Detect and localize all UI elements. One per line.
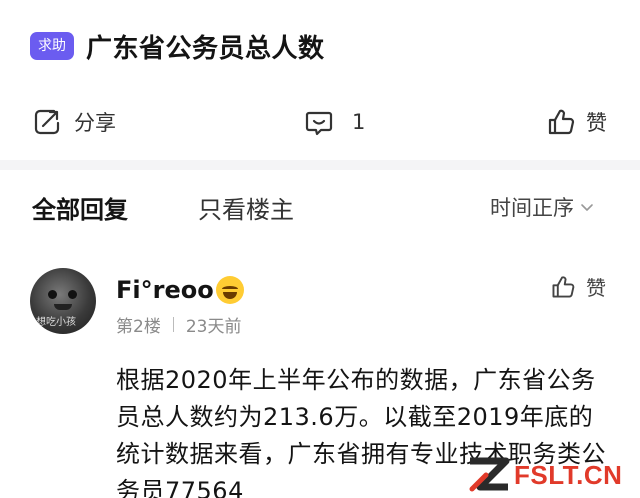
sort-dropdown[interactable]: 时间正序 (490, 192, 594, 222)
reply-like-button[interactable]: 赞 (550, 272, 606, 301)
share-label: 分享 (74, 111, 116, 135)
avatar-eye-right (68, 290, 77, 299)
comment-button[interactable]: 1 (304, 100, 365, 144)
reply-like-label: 赞 (586, 276, 606, 300)
post-action-bar: 分享 1 赞 (0, 100, 640, 144)
laughing-emoji-icon (215, 276, 244, 304)
avatar-mouth (54, 304, 72, 310)
help-tag: 求助 (30, 32, 74, 60)
post-title-row: 求助 广东省公务员总人数 (30, 28, 325, 64)
watermark-text: FSLT.CN (514, 459, 623, 490)
comment-count: 1 (352, 110, 366, 134)
sort-label: 时间正序 (490, 196, 574, 220)
username-text: Fi°reoo (116, 276, 214, 304)
thumbs-up-icon (548, 109, 575, 135)
meta-separator (172, 317, 174, 332)
like-label: 赞 (586, 111, 607, 135)
avatar[interactable]: 想吃小孩 (30, 268, 96, 334)
site-watermark: FSLT.CN (466, 452, 640, 498)
tab-owner-only[interactable]: 只看楼主 (198, 190, 294, 225)
avatar-caption: 想吃小孩 (36, 317, 76, 328)
post-title: 广东省公务员总人数 (86, 33, 325, 64)
watermark-logo-icon (469, 457, 510, 492)
section-divider (0, 160, 640, 170)
share-icon (34, 109, 60, 135)
comment-icon (305, 111, 333, 136)
reply-username[interactable]: Fi°reoo (116, 276, 244, 304)
tab-all-replies[interactable]: 全部回复 (32, 190, 128, 225)
like-button[interactable]: 赞 (546, 100, 607, 144)
reply-meta: 第2楼 23天前 (116, 312, 241, 337)
reply-filter-tabs: 全部回复 只看楼主 时间正序 (0, 182, 640, 232)
floor-number: 第2楼 (116, 317, 161, 337)
avatar-eye-left (48, 290, 57, 299)
reply-time: 23天前 (185, 317, 242, 337)
share-button[interactable]: 分享 (32, 100, 116, 144)
thumbs-up-icon (552, 275, 575, 297)
chevron-down-icon (581, 204, 593, 211)
